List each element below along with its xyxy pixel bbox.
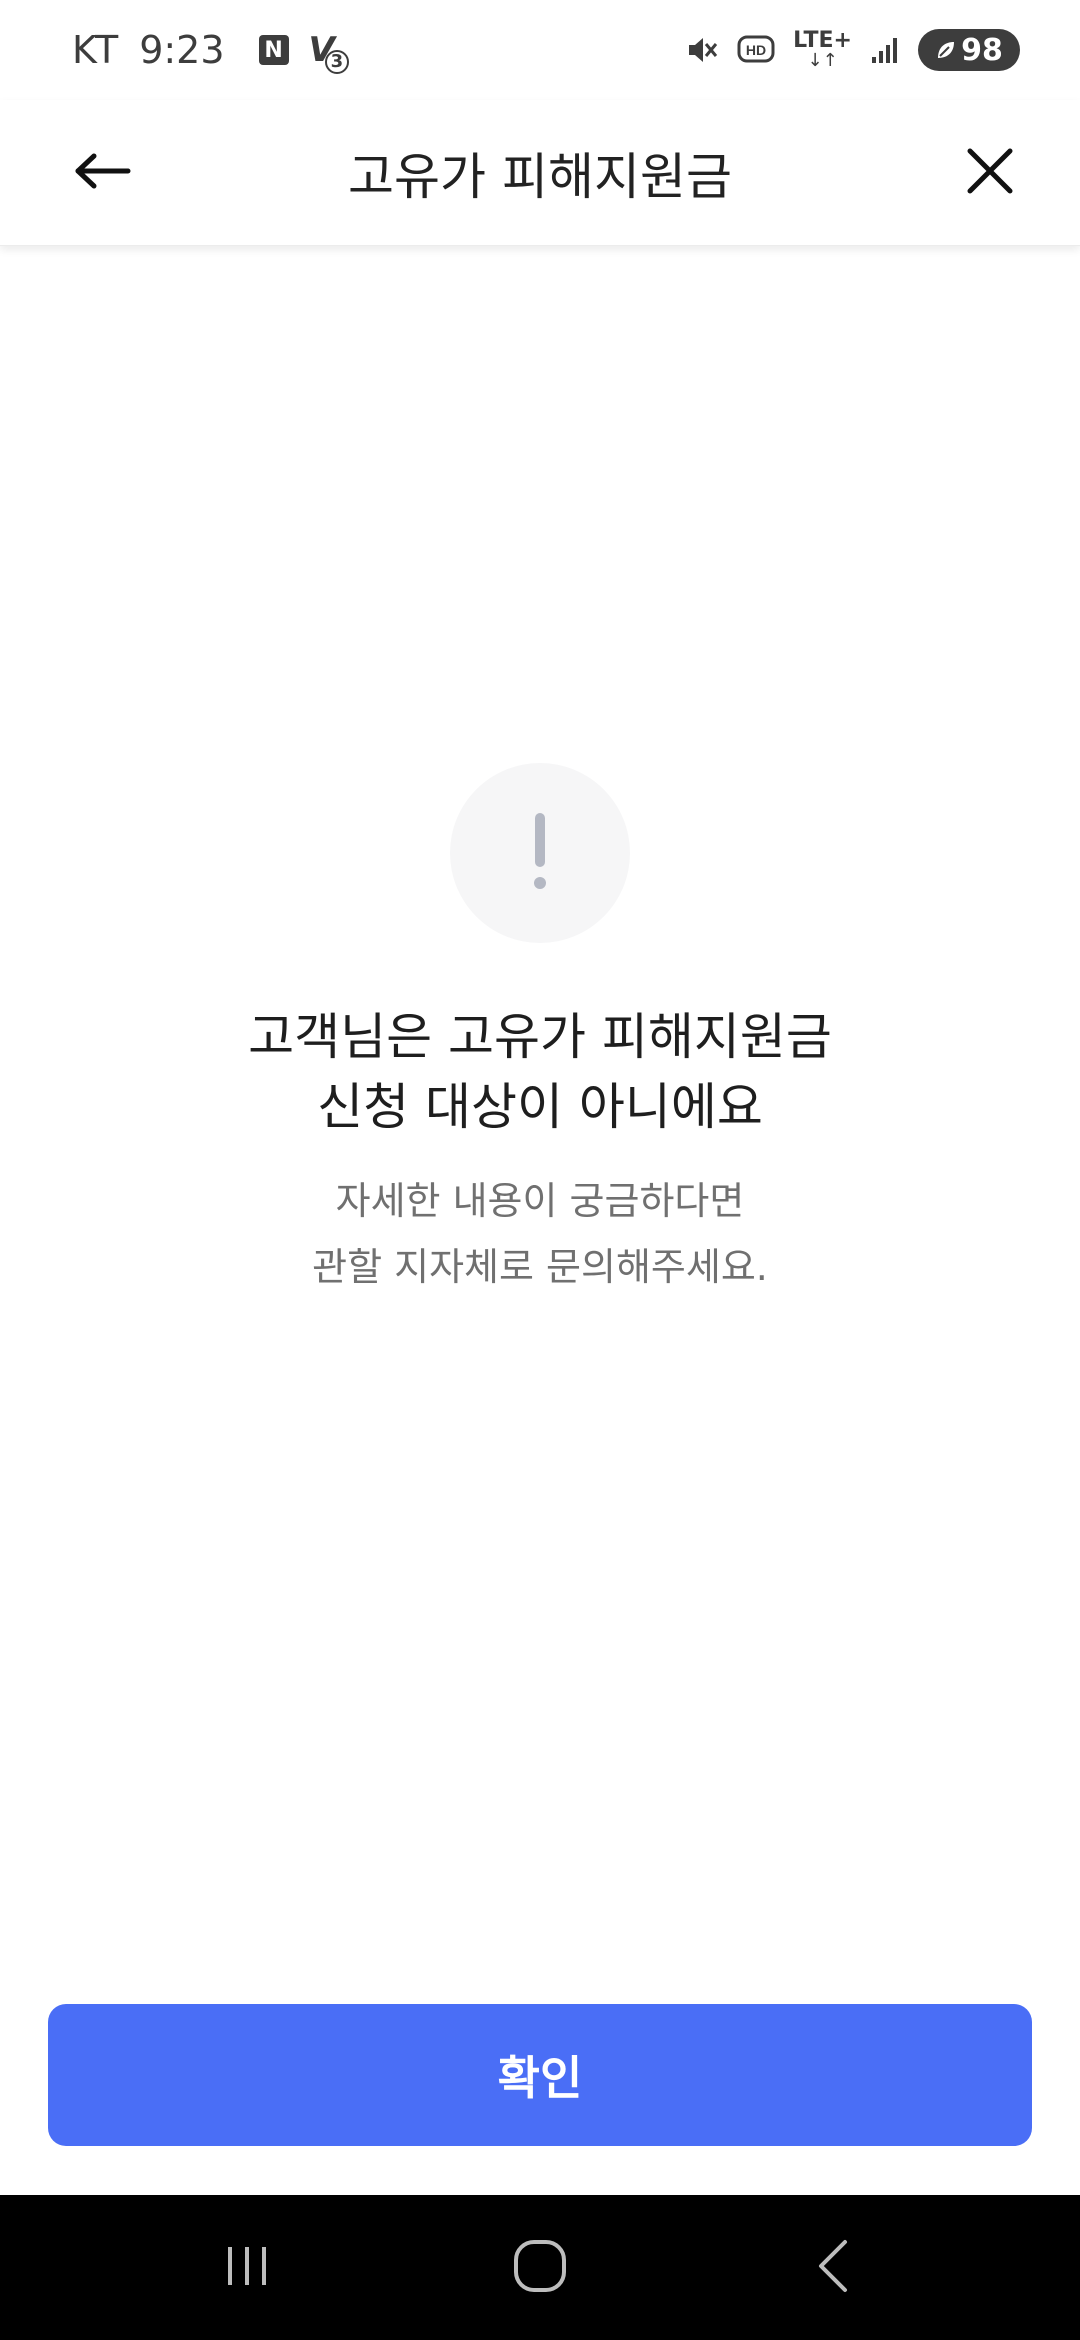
mute-icon [685,33,719,67]
description-line-1: 자세한 내용이 궁금하다면 [335,1179,745,1223]
page-title: 고유가 피해지원금 [348,147,732,206]
status-bar: KT 9:23 N V 3 HD LTE+ ↓↑ 98 [0,0,1080,100]
lte-label: LTE+ [793,28,852,53]
chevron-left-icon [813,2238,853,2298]
home-icon [512,2238,568,2298]
status-left: KT 9:23 N V 3 [72,28,349,74]
arrow-left-icon [72,151,132,195]
recent-apps-icon [222,2241,272,2295]
carrier-label: KT [72,28,120,72]
back-button[interactable] [62,133,142,213]
close-icon [965,146,1015,200]
v3-notification-icon: V 3 [309,30,349,74]
v3-sub: 3 [324,50,349,74]
headline-line-1: 고객님은 고유가 피해지원금 [248,1008,832,1066]
lte-icon: LTE+ ↓↑ [793,30,852,70]
svg-text:HD: HD [746,42,766,58]
battery-indicator: 98 [918,29,1020,71]
battery-level: 98 [961,32,1003,68]
alert-badge [450,763,630,943]
result-headline: 고객님은 고유가 피해지원금 신청 대상이 아니에요 [0,1002,1080,1142]
status-right: HD LTE+ ↓↑ 98 [685,29,1020,71]
app-header: 고유가 피해지원금 [0,100,1080,246]
description-line-2: 관할 지자체로 문의해주세요. [312,1245,768,1289]
screen: KT 9:23 N V 3 HD LTE+ ↓↑ 98 고유가 피해지원금 고객… [0,0,1080,2340]
home-button[interactable] [480,2218,600,2318]
data-arrows-icon: ↓↑ [807,50,838,71]
close-button[interactable] [950,133,1030,213]
clock: 9:23 [139,28,225,72]
confirm-button[interactable]: 확인 [48,2004,1032,2146]
exclamation-icon [530,811,550,895]
hd-voice-icon: HD [737,35,775,65]
naver-notification-icon: N [258,35,289,65]
headline-line-2: 신청 대상이 아니에요 [317,1078,763,1136]
signal-icon [870,35,900,65]
nav-back-button[interactable] [773,2218,893,2318]
result-description: 자세한 내용이 궁금하다면 관할 지자체로 문의해주세요. [0,1168,1080,1300]
battery-saver-icon [935,39,957,61]
recent-apps-button[interactable] [187,2218,307,2318]
system-nav-bar [0,2195,1080,2340]
